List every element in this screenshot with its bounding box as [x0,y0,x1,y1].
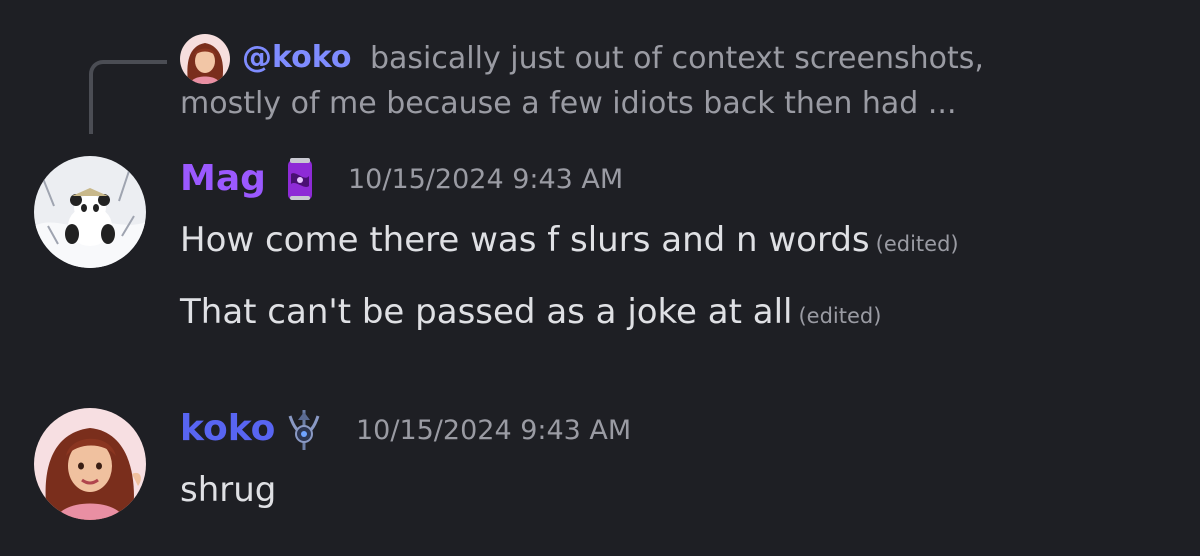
mag-timestamp[interactable]: 10/15/2024 9:43 AM [348,160,623,200]
koko-message-line-1[interactable]: shrug [180,466,276,514]
koko-timestamp[interactable]: 10/15/2024 9:43 AM [356,411,631,451]
reply-mention-visible[interactable]: @koko [242,36,352,80]
mag-avatar[interactable] [34,156,146,268]
edited-label: (edited) [798,304,882,328]
chat-view: @kokobasically just out of context scree… [0,0,1200,556]
koko-avatar[interactable] [34,408,146,520]
purple-soda-can-icon[interactable] [284,156,316,202]
edited-label: (edited) [875,232,959,256]
mag-username[interactable]: Mag [180,155,266,203]
message-text: shrug [180,470,277,510]
message-text: How come there was f slurs and n words [180,220,870,260]
koko-username[interactable]: koko [180,405,275,453]
mag-message-line-2[interactable]: That can't be passed as a joke at all (ed… [180,288,881,340]
mag-message-line-1[interactable]: How come there was f slurs and n words (e… [180,216,959,268]
guild-crest-icon[interactable] [284,406,324,454]
reply-connector-line [89,60,167,134]
message-text: That can't be passed as a joke at all [180,292,793,332]
